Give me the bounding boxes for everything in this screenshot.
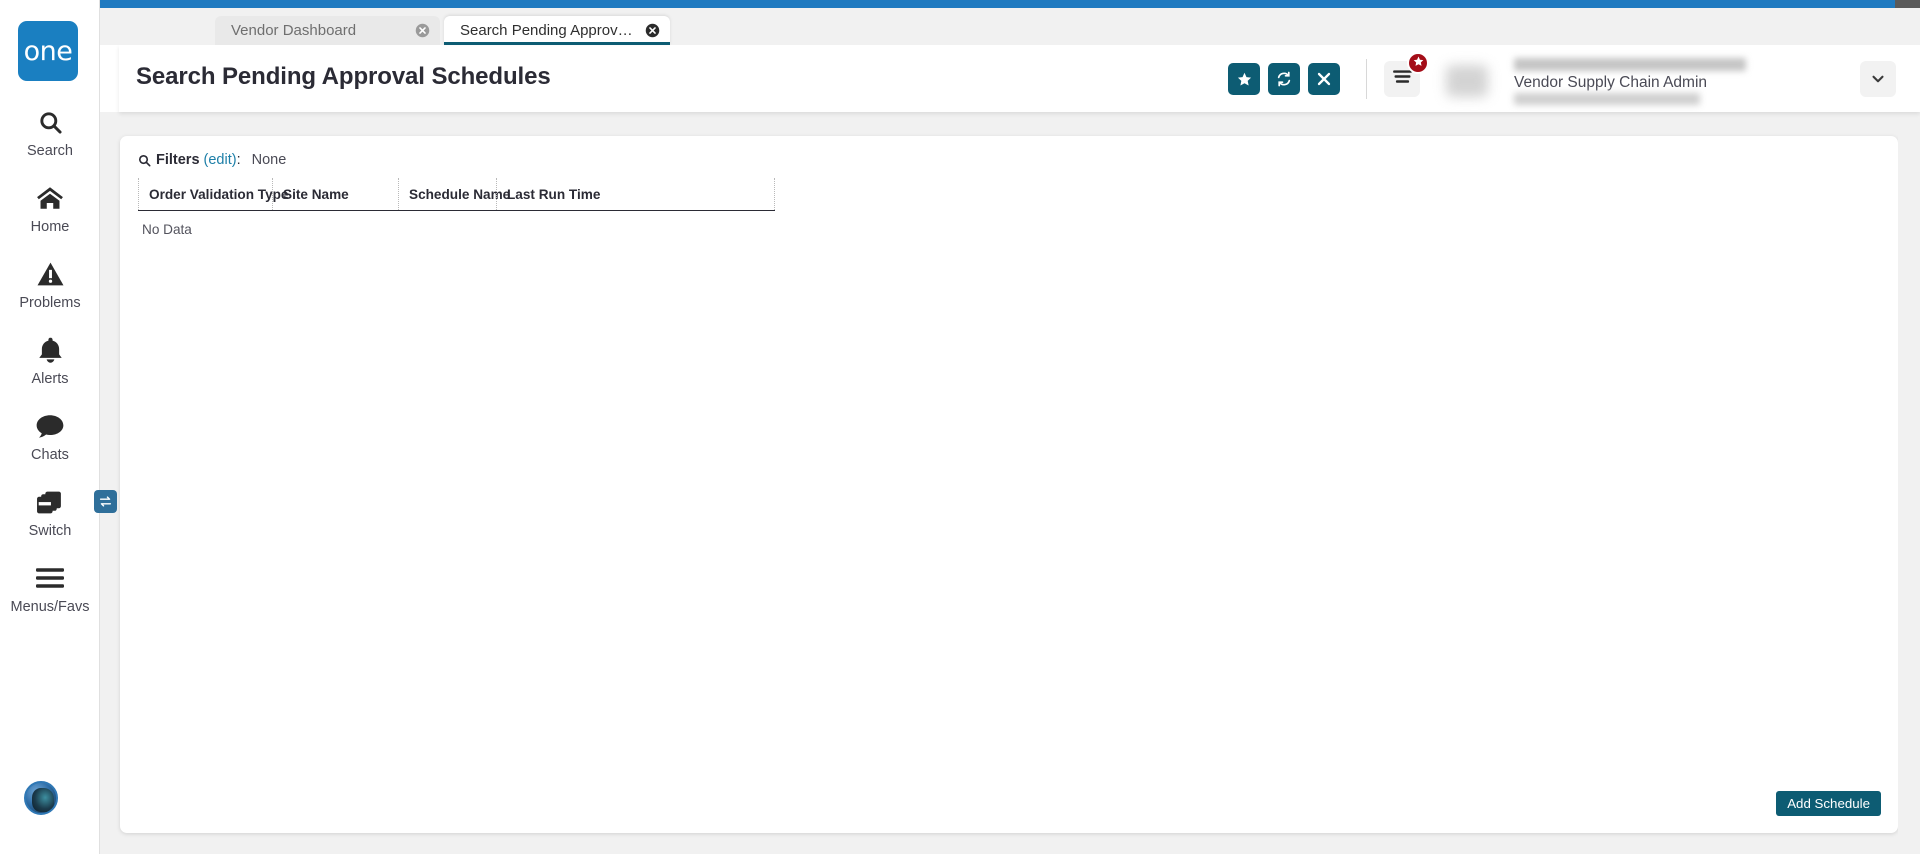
sidebar-label-alerts: Alerts: [31, 371, 69, 387]
user-text-group: Vendor Supply Chain Admin: [1514, 55, 1814, 107]
sidebar-label-menus-favs: Menus/Favs: [10, 599, 90, 615]
table-empty-message: No Data: [142, 222, 192, 237]
table-header-row: Order Validation Type Site Name Schedule…: [138, 178, 775, 211]
column-header-schedule-name[interactable]: Schedule Name: [398, 178, 510, 210]
column-header-site-name[interactable]: Site Name: [272, 178, 398, 210]
tab-vendor-dashboard[interactable]: Vendor Dashboard: [215, 16, 440, 45]
left-navigation-rail: one Search Home Problems Alerts Chats Sw…: [0, 0, 117, 854]
search-icon: [138, 154, 151, 167]
filters-value: None: [251, 152, 287, 168]
close-circle-icon[interactable]: [645, 23, 660, 38]
column-header-last-run-time[interactable]: Last Run Time: [496, 178, 775, 210]
content-right-gutter: [1898, 112, 1920, 854]
swap-arrows-icon[interactable]: [94, 490, 117, 513]
filters-colon: :: [236, 152, 241, 168]
sidebar-label-home: Home: [30, 219, 70, 235]
menu-favorites-button[interactable]: [1384, 52, 1429, 97]
filters-label: Filters: [156, 152, 200, 168]
tab-search-pending-approval-schedules[interactable]: Search Pending Approval Schedu...: [444, 16, 670, 45]
user-name-redacted: [1514, 58, 1746, 71]
sidebar-label-switch: Switch: [28, 523, 72, 539]
user-role-label: Vendor Supply Chain Admin: [1514, 74, 1708, 91]
chevron-down-icon[interactable]: [1860, 61, 1896, 97]
sidebar-item-problems[interactable]: Problems: [0, 256, 100, 332]
tab-strip: Vendor Dashboard Search Pending Approval…: [100, 8, 1920, 45]
refresh-icon: [1276, 71, 1292, 87]
bell-icon: [38, 332, 63, 368]
chat-bubble-icon: [36, 408, 64, 444]
topbar-accent-bar: [100, 0, 1895, 8]
one-logo-text: one: [23, 35, 73, 67]
favorite-button[interactable]: [1228, 63, 1260, 95]
sidebar-item-search[interactable]: Search: [0, 104, 100, 180]
user-avatar: [1446, 65, 1488, 97]
sidebar-item-menus-favs[interactable]: Menus/Favs: [0, 560, 100, 636]
schedules-table: Order Validation Type Site Name Schedule…: [138, 178, 775, 211]
close-circle-icon[interactable]: [415, 23, 430, 38]
hamburger-icon: [36, 560, 64, 596]
filters-edit-link[interactable]: (edit): [204, 152, 237, 168]
star-icon: [1413, 54, 1424, 72]
close-button[interactable]: [1308, 63, 1340, 95]
x-icon: [1317, 72, 1331, 86]
results-card: Filters (edit) : None Order Validation T…: [120, 136, 1898, 833]
sidebar-item-chats[interactable]: Chats: [0, 408, 100, 484]
column-header-order-validation-type[interactable]: Order Validation Type: [138, 178, 289, 210]
sidebar-label-chats: Chats: [31, 447, 69, 463]
refresh-button[interactable]: [1268, 63, 1300, 95]
user-profile-block[interactable]: Vendor Supply Chain Admin: [1426, 55, 1896, 105]
user-org-redacted: [1514, 93, 1700, 105]
sidebar-item-home[interactable]: Home: [0, 180, 100, 256]
topbar-grey-right: [1895, 0, 1920, 8]
application-window: one Search Home Problems Alerts Chats Sw…: [0, 0, 1920, 854]
avatar[interactable]: [24, 781, 58, 815]
sidebar-item-alerts[interactable]: Alerts: [0, 332, 100, 408]
add-schedule-button[interactable]: Add Schedule: [1776, 791, 1881, 816]
warning-triangle-icon: [37, 256, 64, 292]
search-icon: [37, 104, 64, 140]
sidebar-label-search: Search: [27, 143, 73, 159]
avatar-image: [32, 788, 54, 812]
page-header: Search Pending Approval Schedules Vendor…: [119, 45, 1920, 112]
header-action-buttons: [1228, 63, 1340, 95]
home-icon: [36, 180, 64, 216]
rail-items-list: Search Home Problems Alerts Chats Switch…: [0, 104, 117, 636]
windows-stack-icon: [36, 484, 117, 520]
sidebar-label-problems: Problems: [19, 295, 81, 311]
hamburger-icon: [1392, 69, 1412, 89]
tab-label: Vendor Dashboard: [231, 22, 357, 39]
star-icon: [1237, 72, 1252, 87]
page-title: Search Pending Approval Schedules: [136, 63, 551, 90]
tab-label: Search Pending Approval Schedu...: [460, 22, 637, 39]
header-divider: [1366, 59, 1367, 99]
filters-bar: Filters (edit) : None: [138, 152, 286, 168]
sidebar-item-switch[interactable]: Switch: [0, 484, 117, 560]
one-logo[interactable]: one: [18, 21, 78, 81]
